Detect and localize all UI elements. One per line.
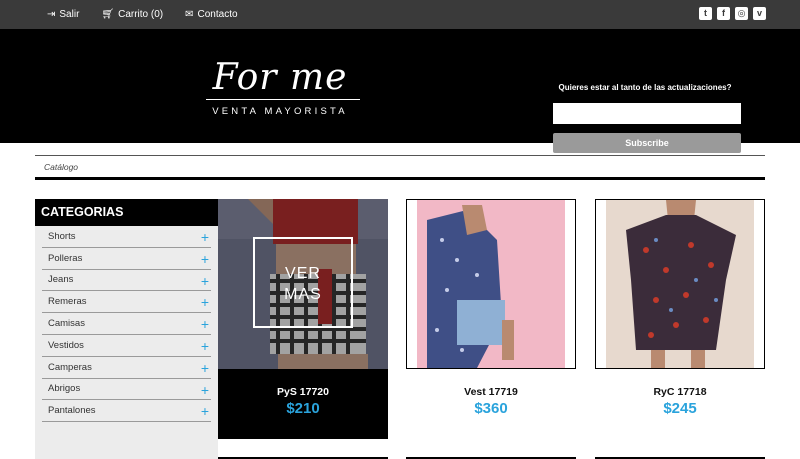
plus-icon[interactable]: + [201, 274, 209, 288]
sidebar-item-vestidos[interactable]: Vestidos + [42, 335, 211, 357]
cart-icon: 🛒︎ [101, 9, 115, 20]
newsletter-email-input[interactable] [553, 103, 741, 124]
vimeo-icon[interactable]: v [753, 7, 766, 20]
twitter-icon[interactable]: t [699, 7, 712, 20]
product-image[interactable] [595, 199, 765, 369]
instagram-icon[interactable]: ◎ [735, 7, 748, 20]
product-price: $360 [474, 400, 508, 417]
product-card[interactable]: Vest 17719 $360 [406, 199, 576, 439]
product-name[interactable]: Vest 17719 [406, 386, 576, 398]
breadcrumb-top-divider [35, 155, 765, 156]
plus-icon[interactable]: + [201, 317, 209, 331]
product-card[interactable]: RyC 17718 $245 [595, 199, 765, 439]
facebook-icon[interactable]: f [717, 7, 730, 20]
subscribe-button[interactable]: Subscribe [553, 133, 741, 153]
brand-logo[interactable]: For me VENTA MAYORISTA [190, 59, 370, 117]
logout-label: Salir [59, 9, 80, 20]
cart-label: Carrito (0) [118, 9, 164, 20]
sidebar-item-abrigos[interactable]: Abrigos + [42, 379, 211, 401]
sidebar-item-label: Jeans [48, 274, 74, 286]
sidebar-item-label: Shorts [48, 230, 76, 242]
product-image[interactable]: VER MAS [218, 199, 388, 369]
product-image[interactable] [406, 199, 576, 369]
envelope-icon: ✉ [185, 9, 194, 20]
overlay-line-1: VER [285, 265, 321, 282]
sidebar-item-remeras[interactable]: Remeras + [42, 291, 211, 314]
sign-out-icon: ⇥ [47, 9, 56, 20]
product-price: $245 [663, 400, 697, 417]
plus-icon[interactable]: + [201, 339, 209, 353]
sidebar-item-label: Remeras [48, 296, 87, 308]
sidebar-item-shorts[interactable]: Shorts + [42, 226, 211, 248]
newsletter-form: Quieres estar al tanto de las actualizac… [553, 83, 741, 153]
site-header: For me VENTA MAYORISTA Quieres estar al … [0, 29, 800, 153]
sidebar-item-polleras[interactable]: Polleras + [42, 248, 211, 270]
breadcrumb-bottom-divider [35, 177, 765, 180]
product-name[interactable]: PyS 17720 [218, 386, 388, 398]
plus-icon[interactable]: + [201, 404, 209, 418]
see-more-overlay[interactable]: VER MAS [253, 237, 353, 328]
product-photo [606, 200, 754, 368]
top-bar: ⇥ Salir 🛒︎ Carrito (0) ✉ Contacto t f ◎ … [0, 0, 800, 29]
overlay-line-2: MAS [284, 286, 322, 303]
sidebar-item-jeans[interactable]: Jeans + [42, 270, 211, 292]
sidebar-item-label: Vestidos [48, 339, 84, 351]
sidebar-item-label: Camisas [48, 318, 85, 330]
top-nav: ⇥ Salir 🛒︎ Carrito (0) ✉ Contacto [47, 0, 260, 29]
product-card[interactable]: VER MAS PyS 17720 $210 [218, 199, 388, 439]
plus-icon[interactable]: + [201, 295, 209, 309]
contact-link[interactable]: ✉ Contacto [185, 9, 237, 20]
product-name[interactable]: RyC 17718 [595, 386, 765, 398]
logo-tagline: VENTA MAYORISTA [212, 106, 348, 117]
plus-icon[interactable]: + [201, 252, 209, 266]
plus-icon[interactable]: + [201, 230, 209, 244]
contact-label: Contacto [197, 9, 238, 20]
logout-link[interactable]: ⇥ Salir [47, 9, 79, 20]
category-list: Shorts + Polleras + Jeans + Remeras + Camisa… [42, 226, 211, 423]
sidebar-item-label: Pantalones [48, 405, 96, 417]
newsletter-question: Quieres estar al tanto de las actualizac… [558, 83, 732, 92]
product-price: $210 [286, 400, 320, 417]
cart-link[interactable]: 🛒︎ Carrito (0) [101, 9, 163, 20]
sidebar-item-camperas[interactable]: Camperas + [42, 357, 211, 379]
sidebar-item-camisas[interactable]: Camisas + [42, 313, 211, 335]
logo-divider [206, 99, 360, 100]
social-links: t f ◎ v [699, 7, 766, 20]
logo-script: For me [212, 57, 348, 98]
plus-icon[interactable]: + [201, 383, 209, 397]
sidebar-item-label: Camperas [48, 361, 92, 373]
sidebar-item-label: Polleras [48, 252, 83, 264]
sidebar-title: CATEGORIAS [35, 199, 218, 226]
plus-icon[interactable]: + [201, 361, 209, 375]
sidebar-item-pantalones[interactable]: Pantalones + [42, 400, 211, 423]
category-sidebar: CATEGORIAS Shorts + Polleras + Jeans + Reme… [35, 199, 218, 459]
sidebar-item-label: Abrigos [48, 383, 81, 395]
breadcrumb[interactable]: Catálogo [44, 162, 78, 172]
product-photo [417, 200, 565, 368]
